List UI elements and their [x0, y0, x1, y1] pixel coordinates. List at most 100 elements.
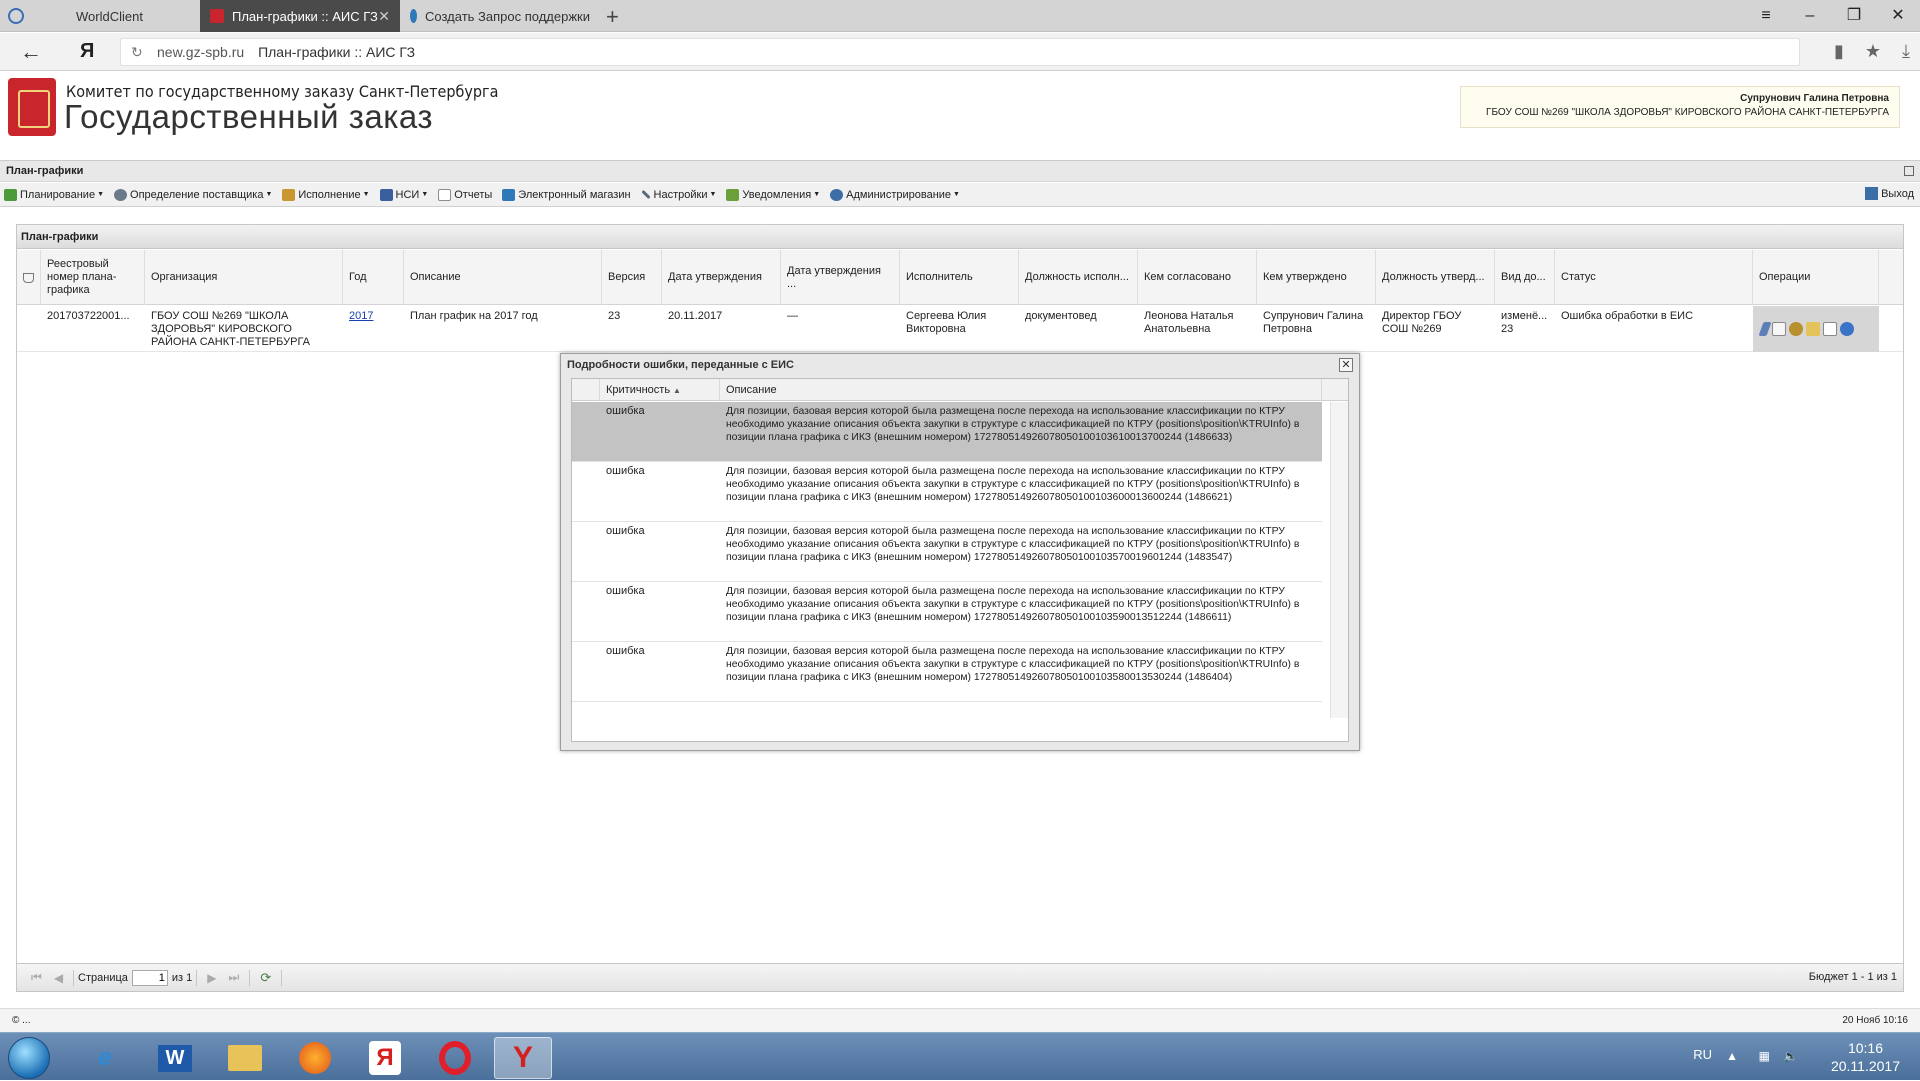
- menu-supplier[interactable]: Определение поставщика ▼: [114, 188, 272, 201]
- clock-time: 10:16: [1847, 1040, 1883, 1056]
- next-page-icon[interactable]: ▶: [207, 971, 216, 985]
- close-dialog-icon[interactable]: ✕: [1339, 358, 1353, 372]
- vertical-scrollbar[interactable]: [1330, 402, 1348, 718]
- pager-separator: [281, 969, 283, 986]
- taskbar-clock[interactable]: 10:16 20.11.2017: [1831, 1039, 1900, 1075]
- lock-icon[interactable]: ▮: [1834, 41, 1844, 61]
- page-number-input[interactable]: [131, 969, 168, 986]
- col-year[interactable]: Год: [343, 250, 404, 305]
- yandex-app-icon[interactable]: Y: [494, 1037, 552, 1079]
- column-label: Должность утверд...: [1382, 271, 1485, 283]
- menu-notifications[interactable]: Уведомления ▼: [726, 188, 820, 201]
- year-link[interactable]: 2017: [349, 310, 373, 322]
- tab-worldclient[interactable]: WorldClient: [40, 0, 200, 32]
- volume-icon[interactable]: 🔈: [1783, 1049, 1798, 1063]
- cell-approval-date-2: —: [787, 310, 798, 322]
- error-row[interactable]: ошибка Для позиции, базовая версия котор…: [572, 522, 1322, 582]
- edit-pencil-icon[interactable]: [1758, 322, 1772, 336]
- col-organization[interactable]: Организация: [145, 250, 343, 305]
- start-button-icon[interactable]: [8, 1037, 50, 1079]
- document-icon[interactable]: [1772, 322, 1786, 336]
- prev-page-icon[interactable]: ◀: [54, 971, 63, 985]
- language-indicator[interactable]: RU: [1693, 1047, 1712, 1062]
- info-icon[interactable]: [1840, 322, 1854, 336]
- user-organization: ГБОУ СОШ №269 "ШКОЛА ЗДОРОВЬЯ" КИРОВСКОГ…: [1486, 107, 1889, 118]
- menu-reference[interactable]: НСИ ▼: [379, 188, 428, 201]
- restore-icon[interactable]: ❐: [1832, 0, 1876, 32]
- col-status[interactable]: Статус: [1555, 250, 1753, 305]
- pager-separator: [249, 969, 251, 986]
- new-tab-icon[interactable]: +: [606, 4, 619, 30]
- col-reg-number[interactable]: Реестровый номер плана-графика: [41, 250, 145, 305]
- site-favicon-icon: [210, 9, 224, 23]
- dropdown-caret-icon: ▼: [362, 191, 370, 198]
- menu-label: Электронный магазин: [518, 188, 631, 201]
- error-row[interactable]: ошибка Для позиции, базовая версия котор…: [572, 582, 1322, 642]
- col-description[interactable]: Описание: [404, 250, 602, 305]
- col-approver-position[interactable]: Должность утверд...: [1376, 250, 1495, 305]
- error-row[interactable]: ошибка Для позиции, базовая версия котор…: [572, 462, 1322, 522]
- menu-settings[interactable]: Настройки ▼: [640, 189, 716, 201]
- yandex-logo-icon[interactable]: Я: [80, 40, 94, 63]
- tab-support-request[interactable]: Создать Запрос поддержки: [400, 0, 600, 32]
- col-operations[interactable]: Операции: [1753, 250, 1879, 305]
- browser-globe-icon[interactable]: [8, 8, 24, 24]
- word-icon[interactable]: W: [146, 1037, 204, 1079]
- error-row[interactable]: ошибка Для позиции, базовая версия котор…: [572, 402, 1322, 462]
- show-hidden-icons-icon[interactable]: ▲: [1726, 1049, 1738, 1063]
- col-executor-position[interactable]: Должность исполн...: [1019, 250, 1138, 305]
- error-row[interactable]: ошибка Для позиции, базовая версия котор…: [572, 642, 1322, 702]
- windows-taskbar: e W Я Y RU ▲ ▦ 🔈 10:16 20.11.2017: [0, 1032, 1920, 1080]
- download-icon[interactable]: ⤓: [1902, 41, 1910, 61]
- col-agreed-by[interactable]: Кем согласовано: [1138, 250, 1257, 305]
- status-datetime: 20 Нояб 10:16: [1842, 1015, 1908, 1026]
- tab-plan-graphs[interactable]: План-графики :: АИС ГЗ ✕: [200, 0, 400, 32]
- first-page-icon[interactable]: ⏮: [31, 970, 42, 985]
- last-page-icon[interactable]: ⏭: [229, 970, 240, 985]
- internet-explorer-icon[interactable]: e: [76, 1037, 134, 1079]
- menu-admin[interactable]: Администрирование ▼: [830, 188, 960, 201]
- close-window-icon[interactable]: ✕: [1876, 0, 1920, 32]
- menu-reports[interactable]: Отчеты: [438, 188, 492, 201]
- minimize-icon[interactable]: –: [1788, 0, 1832, 32]
- col-approval-date-2[interactable]: Дата утверждения ...: [781, 250, 900, 305]
- filter-icon[interactable]: [23, 272, 34, 283]
- column-label: Год: [349, 271, 367, 283]
- col-executor[interactable]: Исполнитель: [900, 250, 1019, 305]
- page-label: Страница: [78, 971, 128, 984]
- menu-eshop[interactable]: Электронный магазин: [502, 188, 631, 201]
- network-icon[interactable]: ▦: [1759, 1049, 1770, 1063]
- column-label: Операции: [1759, 271, 1811, 283]
- collapse-icon[interactable]: [1904, 166, 1914, 176]
- lock-doc-icon[interactable]: [1806, 322, 1820, 336]
- page-icon[interactable]: [1823, 322, 1837, 336]
- col-version[interactable]: Версия: [602, 250, 662, 305]
- col-approval-date[interactable]: Дата утверждения: [662, 250, 781, 305]
- filter-column[interactable]: [17, 250, 41, 305]
- file-explorer-icon[interactable]: [216, 1037, 274, 1079]
- table-row[interactable]: 201703722001... ГБОУ СОШ №269 "ШКОЛА ЗДО…: [17, 306, 1903, 352]
- back-arrow-icon[interactable]: ←: [20, 39, 42, 65]
- bookmark-star-icon[interactable]: ★: [1865, 41, 1881, 61]
- browser-tab-bar: WorldClient План-графики :: АИС ГЗ ✕ Соз…: [0, 0, 1920, 32]
- col-approved-by[interactable]: Кем утверждено: [1257, 250, 1376, 305]
- menu-execution[interactable]: Исполнение ▼: [282, 188, 370, 201]
- opera-icon[interactable]: [426, 1037, 484, 1079]
- column-label: Вид до...: [1501, 271, 1546, 283]
- menu-hamburger-icon[interactable]: ≡: [1744, 0, 1788, 32]
- firefox-icon[interactable]: [286, 1037, 344, 1079]
- menu-planning[interactable]: Планирование ▼: [4, 188, 104, 201]
- reload-icon[interactable]: ↻: [131, 39, 143, 65]
- yandex-browser-icon[interactable]: Я: [356, 1037, 414, 1079]
- close-tab-icon[interactable]: ✕: [378, 8, 390, 25]
- column-label: Исполнитель: [906, 271, 973, 283]
- address-actions: ▮ ★ ⤓: [1818, 41, 1910, 62]
- url-field[interactable]: ↻ new.gz-spb.ru План-графики :: АИС ГЗ: [120, 38, 1800, 66]
- logout-button[interactable]: Выход: [1865, 187, 1914, 200]
- sign-seal-icon[interactable]: [1789, 322, 1803, 336]
- col-severity[interactable]: Критичность ▲: [600, 379, 720, 401]
- col-error-description[interactable]: Описание: [720, 379, 1322, 401]
- refresh-icon[interactable]: ⟳: [260, 970, 271, 986]
- cell-executor: Сергеева Юлия Викторовна: [906, 310, 987, 335]
- col-doc-type[interactable]: Вид до...: [1495, 250, 1555, 305]
